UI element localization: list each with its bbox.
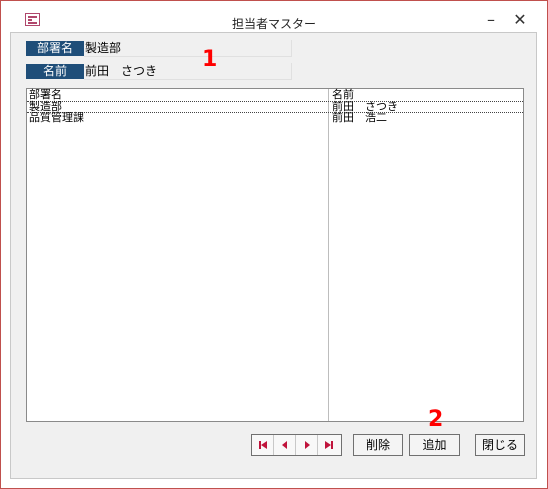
list-header: 部署名 名前	[27, 89, 523, 101]
dept-label: 部署名	[26, 41, 84, 56]
annotation-two: 2	[428, 407, 444, 432]
list-item-dept: 品質管理課	[29, 111, 84, 124]
close-button[interactable]: 閉じる	[475, 434, 525, 456]
column-divider	[328, 89, 329, 421]
prev-record-icon[interactable]	[274, 435, 296, 455]
list-item-name: 前田 浩二	[332, 111, 387, 124]
dept-field[interactable]: 製造部	[84, 40, 292, 57]
title-bar: 担当者マスター – ✕	[1, 1, 547, 31]
annotation-one: 1	[202, 47, 218, 72]
record-list[interactable]: 部署名 名前 製造部 前田 さつき 品質管理課 前田 浩二	[26, 88, 524, 422]
list-item[interactable]: 品質管理課 前田 浩二	[27, 112, 523, 124]
window: 担当者マスター – ✕ 部署名 製造部 名前 前田 さつき 1 部署名 名前 製…	[0, 0, 548, 489]
add-button[interactable]: 追加	[409, 434, 460, 456]
form-body: 部署名 製造部 名前 前田 さつき 1 部署名 名前 製造部 前田 さつき 品質…	[10, 32, 537, 479]
last-record-icon[interactable]	[318, 435, 340, 455]
name-label: 名前	[26, 64, 84, 79]
next-record-icon[interactable]	[296, 435, 318, 455]
first-record-icon[interactable]	[252, 435, 274, 455]
window-title: 担当者マスター	[231, 17, 316, 31]
record-navigation	[251, 434, 342, 456]
delete-button[interactable]: 削除	[353, 434, 403, 456]
minimize-button[interactable]: –	[479, 10, 503, 30]
close-window-button[interactable]: ✕	[508, 10, 532, 30]
name-field[interactable]: 前田 さつき	[84, 63, 292, 80]
